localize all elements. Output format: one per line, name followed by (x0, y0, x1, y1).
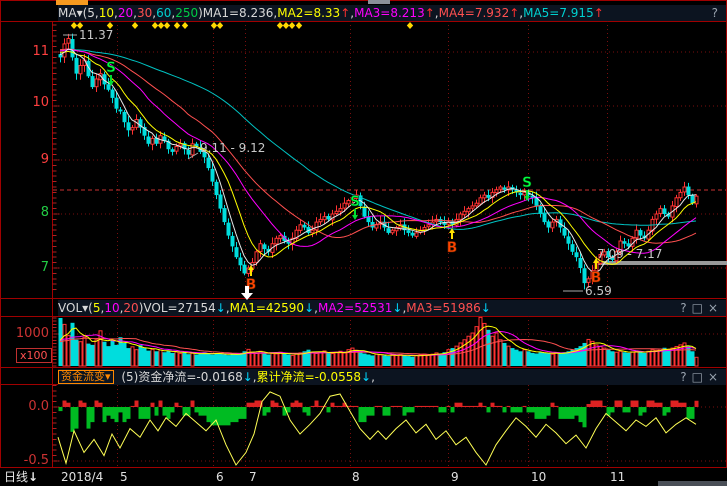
month-label: 8 (352, 468, 360, 486)
ma-line (60, 51, 696, 264)
volume-unit-label: x100 (16, 348, 52, 363)
vol-header-segments: VOL▾ (5,10,20) VOL=27154 ↓ ,MA1=42590 ↓ … (58, 300, 491, 316)
header-token: 250 (175, 5, 198, 21)
header-token[interactable]: VOL▾ (58, 300, 88, 316)
sell-marker: S (106, 60, 116, 76)
header-token: MA4=7.932 (439, 5, 510, 21)
y-axis-label: -0.5 (0, 455, 49, 467)
header-token: MA3=51986 (406, 300, 480, 316)
ma-header-segments: MA▾ (5,10,20,30,60,250) MA1=8.236,MA2=8.… (58, 5, 604, 21)
close-icon[interactable]: × (708, 300, 720, 316)
ma-header-corner: ? (709, 5, 720, 21)
month-label: 5 (120, 468, 128, 486)
top-tab-orange[interactable] (56, 0, 88, 5)
header-token: 累计净流=-0.0558 (257, 369, 361, 385)
month-label: 11 (610, 468, 625, 486)
header-token: MA2=52531 (318, 300, 392, 316)
price-annotations: 11.37 9.11 - 9.12 7.09 - 7.17 6.59 (63, 28, 662, 298)
chevron-down-icon: ↓ (28, 470, 38, 484)
header-token: 5 (87, 5, 95, 21)
header-token: 5 (93, 300, 101, 316)
close-icon[interactable]: × (708, 369, 720, 385)
help-icon[interactable]: ? (680, 300, 688, 316)
top-tab-gray[interactable] (368, 0, 390, 4)
header-token: ↓ (216, 300, 226, 316)
header-token[interactable]: MA▾ (58, 5, 83, 21)
header-token: ↓ (481, 300, 491, 316)
y-axis-label: 0.0 (0, 401, 49, 413)
scrollbar-fragment[interactable] (658, 481, 727, 486)
sb-markers: SSSBBB (106, 60, 601, 293)
vol-indicator-bar[interactable]: VOL▾ (5,10,20) VOL=27154 ↓ ,MA1=42590 ↓ … (58, 300, 726, 316)
chart-canvas[interactable]: SSSBBB11.379.11 - 9.127.09 - 7.176.59 (0, 0, 727, 486)
header-token: 20 (123, 300, 138, 316)
svg-text:7.09 - 7.17: 7.09 - 7.17 (597, 247, 662, 261)
sell-marker: S (350, 194, 360, 210)
header-token: MA5=7.915 (523, 5, 594, 21)
header-token: ↓ (243, 369, 253, 385)
month-label: 9 (451, 468, 459, 486)
ma-line (60, 50, 696, 254)
month-label: 2018/4 (61, 468, 103, 486)
fundflow-bars (59, 401, 699, 432)
help-icon[interactable]: ? (712, 5, 720, 21)
sell-marker: S (522, 175, 532, 191)
fundflow-header-segments: (5) 资金净流=-0.0168 ↓ ,累计净流=-0.0558 ↓ , (121, 369, 375, 385)
svg-text:9.11 - 9.12: 9.11 - 9.12 (200, 141, 265, 155)
header-token: ↓ (361, 369, 371, 385)
header-token: 20 (118, 5, 133, 21)
fundflow-dropdown[interactable]: 资金流变▾ (58, 370, 114, 384)
header-token: ↑ (340, 5, 350, 21)
month-label: 7 (249, 468, 257, 486)
buy-marker: B (447, 240, 458, 256)
header-token: (5) (121, 369, 138, 385)
maximize-icon[interactable]: □ (692, 369, 705, 385)
header-token: ↓ (392, 300, 402, 316)
volume-bars (59, 317, 699, 366)
vol-header-corner: ?□× (677, 300, 720, 316)
svg-text:11.37: 11.37 (79, 28, 113, 42)
ma-line (60, 49, 696, 273)
header-token: 10 (104, 300, 119, 316)
header-token: , (371, 369, 375, 385)
ma-indicator-bar[interactable]: MA▾ (5,10,20,30,60,250) MA1=8.236,MA2=8.… (58, 5, 726, 21)
header-token: ↓ (304, 300, 314, 316)
time-axis-bar: 日线↓ 2018/4 5 6 7 8 9 10 11 (0, 468, 727, 486)
header-token: ↑ (509, 5, 519, 21)
period-label: 日线 (4, 470, 28, 484)
header-token: MA3=8.213 (354, 5, 425, 21)
trading-app-window: SSSBBB11.379.11 - 9.127.09 - 7.176.59 MA… (0, 0, 727, 486)
month-label: 10 (531, 468, 546, 486)
header-token: ↑ (594, 5, 604, 21)
svg-text:6.59: 6.59 (585, 284, 612, 298)
month-label: 6 (216, 468, 224, 486)
fundflow-header-corner: ?□× (677, 369, 720, 385)
header-token: MA1=42590 (230, 300, 304, 316)
y-axis-label: 9 (0, 154, 49, 166)
help-icon[interactable]: ? (680, 369, 688, 385)
header-token: 10 (99, 5, 114, 21)
header-token: 30 (137, 5, 152, 21)
event-diamonds[interactable] (71, 22, 413, 29)
header-token: 60 (156, 5, 171, 21)
y-axis-label: 8 (0, 207, 49, 219)
header-token: 资金净流=-0.0168 (138, 369, 242, 385)
maximize-icon[interactable]: □ (692, 300, 705, 316)
fundflow-indicator-bar[interactable]: 资金流变▾ (5) 资金净流=-0.0168 ↓ , 累计净流=-0.0558 ↓… (58, 369, 726, 385)
y-axis-label: 1000 (0, 328, 49, 340)
y-axis-label: 11 (0, 46, 49, 58)
header-token: VOL=27154 (143, 300, 215, 316)
header-token: MA2=8.33 (277, 5, 340, 21)
period-selector[interactable]: 日线↓ (0, 468, 57, 486)
header-token: ↑ (425, 5, 435, 21)
y-axis-label: 10 (0, 97, 49, 109)
y-axis-label: 7 (0, 262, 49, 274)
header-token: MA1=8.236 (203, 5, 274, 21)
